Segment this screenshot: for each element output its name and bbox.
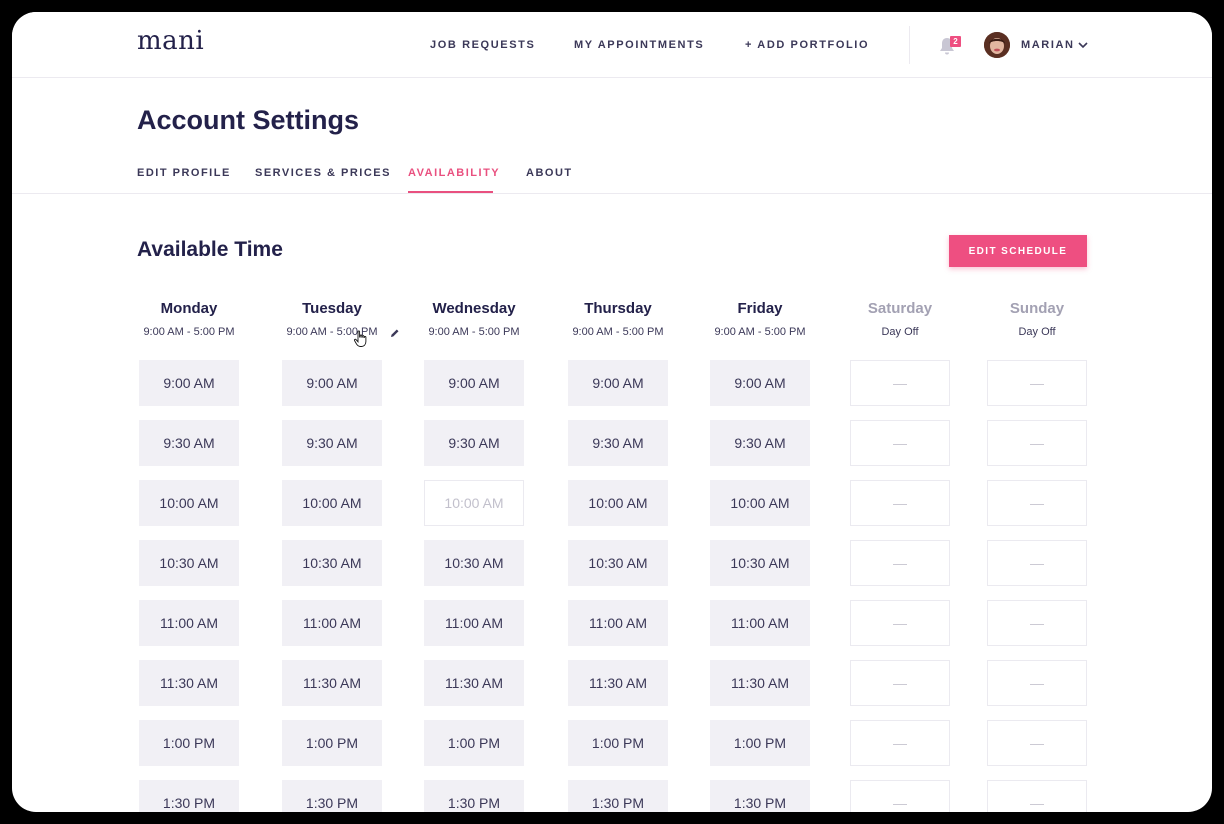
- day-name: Wednesday: [432, 300, 516, 317]
- time-slot-off[interactable]: —: [987, 420, 1087, 466]
- time-slot-off[interactable]: —: [987, 480, 1087, 526]
- active-tab-indicator: [408, 191, 493, 193]
- time-slot[interactable]: 9:00 AM: [139, 360, 239, 406]
- day-hours: 9:00 AM - 5:00 PM: [143, 326, 235, 338]
- time-slot[interactable]: 1:00 PM: [710, 720, 810, 766]
- avatar[interactable]: [984, 32, 1010, 58]
- time-slot[interactable]: 10:30 AM: [424, 540, 524, 586]
- time-slot-off[interactable]: —: [850, 720, 950, 766]
- nav-my-appointments[interactable]: MY APPOINTMENTS: [574, 39, 704, 51]
- time-slot[interactable]: 1:30 PM: [282, 780, 382, 812]
- pencil-icon[interactable]: [390, 328, 400, 338]
- time-slot[interactable]: 1:00 PM: [568, 720, 668, 766]
- time-slot-off[interactable]: —: [987, 720, 1087, 766]
- logo[interactable]: mani: [137, 26, 204, 56]
- time-slot[interactable]: 9:00 AM: [568, 360, 668, 406]
- time-slot-off[interactable]: —: [987, 660, 1087, 706]
- day-hours[interactable]: 9:00 AM - 5:00 PM: [262, 326, 402, 338]
- chevron-down-icon[interactable]: [1078, 41, 1088, 49]
- time-slot-off[interactable]: —: [850, 420, 950, 466]
- time-slot-off[interactable]: —: [987, 540, 1087, 586]
- day-hours: 9:00 AM - 5:00 PM: [572, 326, 664, 338]
- time-slot[interactable]: 10:30 AM: [568, 540, 668, 586]
- tab-availability[interactable]: AVAILABILITY: [408, 167, 500, 194]
- day-hours: 9:00 AM - 5:00 PM: [714, 326, 806, 338]
- time-slot[interactable]: 11:00 AM: [710, 600, 810, 646]
- time-slot[interactable]: 11:30 AM: [710, 660, 810, 706]
- day-hours: Day Off: [881, 326, 919, 338]
- time-slot-off[interactable]: —: [987, 600, 1087, 646]
- time-slot[interactable]: 11:30 AM: [424, 660, 524, 706]
- edit-schedule-button[interactable]: EDIT SCHEDULE: [949, 235, 1087, 267]
- time-slot[interactable]: 9:30 AM: [568, 420, 668, 466]
- time-slot[interactable]: 9:00 AM: [282, 360, 382, 406]
- page-title: Account Settings: [137, 105, 360, 135]
- day-name: Saturday: [867, 300, 933, 317]
- tab-edit-profile[interactable]: EDIT PROFILE: [137, 167, 231, 194]
- notification-badge: 2: [950, 36, 961, 47]
- tab-about[interactable]: ABOUT: [526, 167, 573, 194]
- nav-divider: [909, 26, 910, 64]
- time-slot[interactable]: 9:30 AM: [139, 420, 239, 466]
- section-title: Available Time: [137, 238, 283, 261]
- time-slot-unavailable[interactable]: 10:00 AM: [424, 480, 524, 526]
- day-name: Monday: [160, 300, 218, 317]
- time-slot[interactable]: 10:30 AM: [282, 540, 382, 586]
- time-slot[interactable]: 9:30 AM: [282, 420, 382, 466]
- time-slot-off[interactable]: —: [850, 600, 950, 646]
- day-hours: Day Off: [1018, 326, 1056, 338]
- time-slot[interactable]: 1:00 PM: [139, 720, 239, 766]
- nav-job-requests[interactable]: JOB REQUESTS: [430, 39, 535, 51]
- time-slot[interactable]: 11:00 AM: [139, 600, 239, 646]
- time-slot[interactable]: 10:30 AM: [139, 540, 239, 586]
- time-slot[interactable]: 11:00 AM: [424, 600, 524, 646]
- time-slot-off[interactable]: —: [850, 780, 950, 812]
- time-slot[interactable]: 10:00 AM: [710, 480, 810, 526]
- time-slot[interactable]: 11:00 AM: [282, 600, 382, 646]
- day-name: Tuesday: [302, 300, 362, 317]
- time-slot[interactable]: 10:00 AM: [568, 480, 668, 526]
- time-slot[interactable]: 10:30 AM: [710, 540, 810, 586]
- user-name[interactable]: MARIAN: [1021, 39, 1075, 51]
- time-slot[interactable]: 1:30 PM: [710, 780, 810, 812]
- time-slot-off[interactable]: —: [987, 780, 1087, 812]
- time-slot[interactable]: 1:00 PM: [424, 720, 524, 766]
- day-hours: 9:00 AM - 5:00 PM: [428, 326, 520, 338]
- day-name: Sunday: [1009, 300, 1065, 317]
- day-name: Thursday: [584, 300, 652, 317]
- time-slot[interactable]: 10:00 AM: [139, 480, 239, 526]
- day-name: Friday: [737, 300, 783, 317]
- time-slot[interactable]: 9:00 AM: [424, 360, 524, 406]
- time-slot[interactable]: 11:30 AM: [139, 660, 239, 706]
- time-slot[interactable]: 11:30 AM: [568, 660, 668, 706]
- time-slot[interactable]: 1:30 PM: [424, 780, 524, 812]
- tab-services-prices[interactable]: SERVICES & PRICES: [255, 167, 391, 194]
- settings-tabs: EDIT PROFILE SERVICES & PRICES AVAILABIL…: [12, 162, 1212, 194]
- top-nav: mani JOB REQUESTS MY APPOINTMENTS + ADD …: [12, 12, 1212, 78]
- time-slot[interactable]: 9:00 AM: [710, 360, 810, 406]
- time-slot-off[interactable]: —: [850, 540, 950, 586]
- time-slot[interactable]: 10:00 AM: [282, 480, 382, 526]
- time-slot-off[interactable]: —: [987, 360, 1087, 406]
- time-slot[interactable]: 11:30 AM: [282, 660, 382, 706]
- app-window: mani JOB REQUESTS MY APPOINTMENTS + ADD …: [12, 12, 1212, 812]
- nav-add-portfolio[interactable]: + ADD PORTFOLIO: [745, 39, 869, 51]
- time-slot-off[interactable]: —: [850, 480, 950, 526]
- time-slot[interactable]: 9:30 AM: [424, 420, 524, 466]
- time-slot[interactable]: 11:00 AM: [568, 600, 668, 646]
- time-slot[interactable]: 1:30 PM: [139, 780, 239, 812]
- time-slot[interactable]: 1:30 PM: [568, 780, 668, 812]
- time-slot[interactable]: 1:00 PM: [282, 720, 382, 766]
- time-slot-off[interactable]: —: [850, 660, 950, 706]
- time-slot[interactable]: 9:30 AM: [710, 420, 810, 466]
- time-slot-off[interactable]: —: [850, 360, 950, 406]
